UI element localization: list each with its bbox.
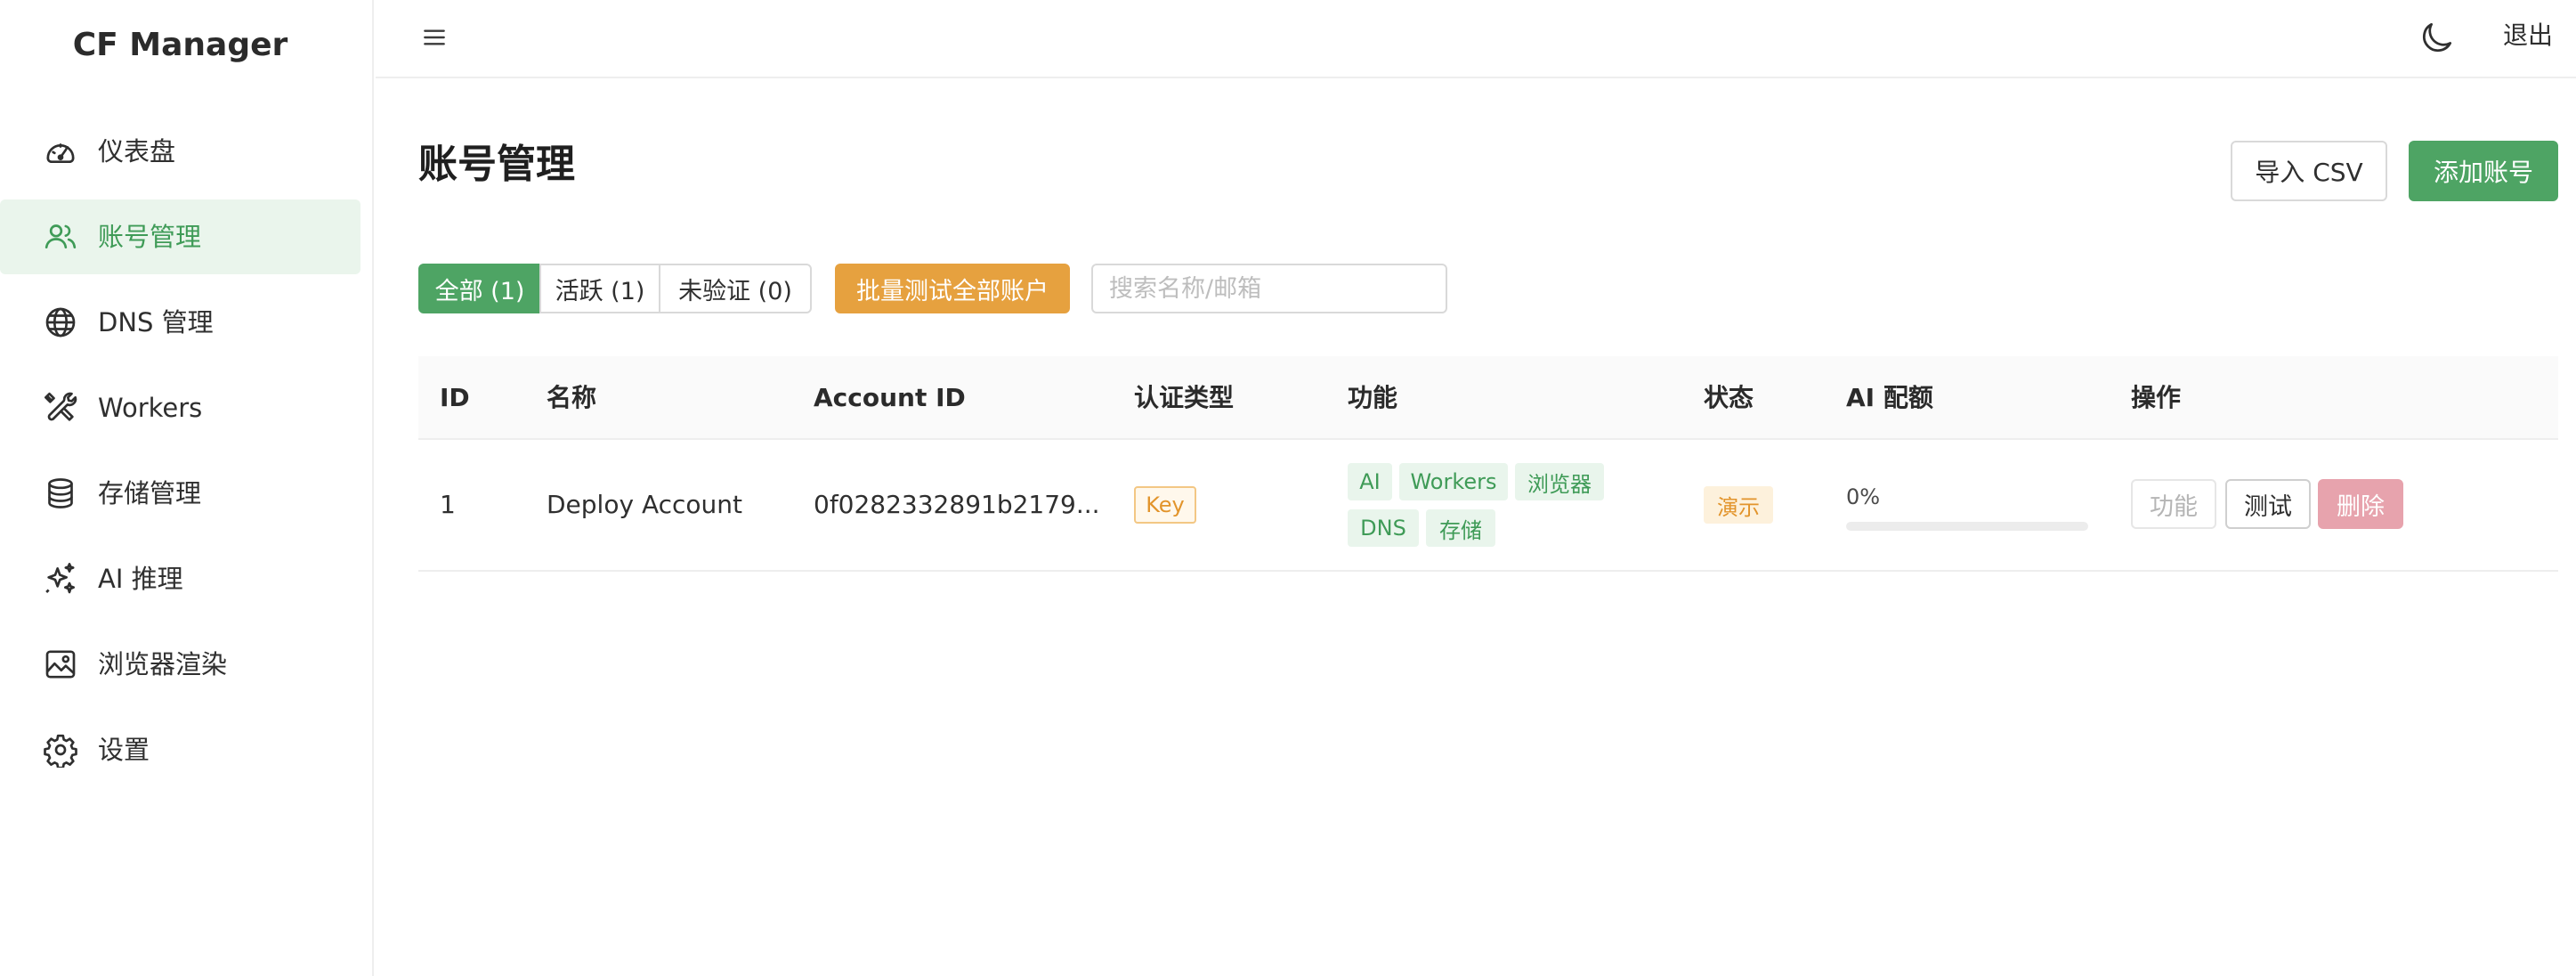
app-root: CF Manager 仪表盘 账号管理 DNS 管理 Workers 存储管理 …: [0, 0, 2576, 976]
page-title: 账号管理: [418, 142, 575, 187]
menu-toggle-icon[interactable]: [420, 23, 449, 52]
sparkle-icon: [43, 561, 78, 597]
column-header-status: 状态: [1704, 383, 1754, 412]
import-csv-button[interactable]: 导入 CSV: [2231, 141, 2387, 201]
dashboard-icon: [43, 134, 78, 169]
delete-button[interactable]: 删除: [2318, 479, 2403, 529]
sidebar-item-dashboard[interactable]: 仪表盘: [0, 114, 360, 189]
brand-title: CF Manager: [72, 27, 288, 63]
sidebar-item-settings[interactable]: 设置: [0, 712, 360, 787]
column-header-name: 名称: [547, 383, 597, 412]
auth-type-badge: Key: [1134, 486, 1196, 524]
table-row: 1 Deploy Account 0f0282332891b2179... Ke…: [418, 440, 2558, 572]
sidebar-item-accounts[interactable]: 账号管理: [0, 199, 360, 274]
feature-tag: DNS: [1348, 509, 1419, 547]
cell-name: Deploy Account: [547, 490, 742, 519]
sidebar-item-workers[interactable]: Workers: [0, 370, 360, 445]
sidebar-item-label: AI 推理: [98, 564, 183, 594]
sidebar-item-label: 设置: [98, 735, 150, 765]
status-filter-group: 全部 (1) 活跃 (1) 未验证 (0): [418, 264, 812, 313]
top-header: 退出: [376, 0, 2576, 78]
batch-test-button[interactable]: 批量测试全部账户: [835, 264, 1070, 313]
filter-unverified[interactable]: 未验证 (0): [659, 264, 812, 313]
filter-all[interactable]: 全部 (1): [418, 264, 541, 313]
add-account-button[interactable]: 添加账号: [2409, 141, 2558, 201]
table-header: ID 名称 Account ID 认证类型 功能 状态 AI 配额 操作: [418, 356, 2558, 440]
sidebar-item-browser[interactable]: 浏览器渲染: [0, 627, 360, 702]
feature-tag: 浏览器: [1515, 463, 1604, 500]
sidebar-item-dns[interactable]: DNS 管理: [0, 285, 360, 360]
sidebar-item-label: 浏览器渲染: [98, 649, 228, 679]
tools-icon: [43, 390, 78, 426]
features-button[interactable]: 功能: [2131, 479, 2216, 529]
sidebar-item-label: DNS 管理: [98, 307, 214, 338]
feature-tag: AI: [1348, 463, 1392, 500]
column-header-features: 功能: [1348, 383, 1398, 412]
ai-quota-label: 0%: [1846, 484, 1881, 509]
column-header-account-id: Account ID: [814, 383, 966, 412]
ai-quota-progress: [1846, 522, 2088, 531]
sidebar-item-label: 仪表盘: [98, 136, 176, 167]
column-header-actions: 操作: [2131, 383, 2182, 412]
sidebar: CF Manager 仪表盘 账号管理 DNS 管理 Workers 存储管理 …: [0, 0, 374, 976]
feature-tag: 存储: [1426, 509, 1495, 547]
search-input[interactable]: [1091, 264, 1447, 313]
sidebar-item-storage[interactable]: 存储管理: [0, 456, 360, 531]
gear-icon: [43, 732, 78, 768]
sidebar-item-label: Workers: [98, 393, 203, 423]
column-header-auth-type: 认证类型: [1134, 383, 1235, 412]
feature-tag: Workers: [1399, 463, 1508, 500]
sidebar-item-ai[interactable]: AI 推理: [0, 541, 360, 616]
globe-icon: [43, 305, 78, 340]
status-badge: 演示: [1704, 486, 1773, 524]
column-header-ai-quota: AI 配额: [1846, 383, 1933, 412]
dark-mode-toggle-icon[interactable]: [2418, 18, 2457, 57]
users-icon: [43, 219, 78, 255]
database-icon: [43, 476, 78, 511]
column-header-id: ID: [440, 383, 470, 412]
image-icon: [43, 647, 78, 682]
filter-active[interactable]: 活跃 (1): [539, 264, 660, 313]
logout-button[interactable]: 退出: [2503, 16, 2553, 52]
cell-account-id: 0f0282332891b2179...: [814, 490, 1100, 519]
sidebar-item-label: 存储管理: [98, 478, 202, 508]
cell-id: 1: [440, 490, 456, 519]
test-button[interactable]: 测试: [2225, 479, 2311, 529]
sidebar-item-label: 账号管理: [98, 222, 202, 252]
